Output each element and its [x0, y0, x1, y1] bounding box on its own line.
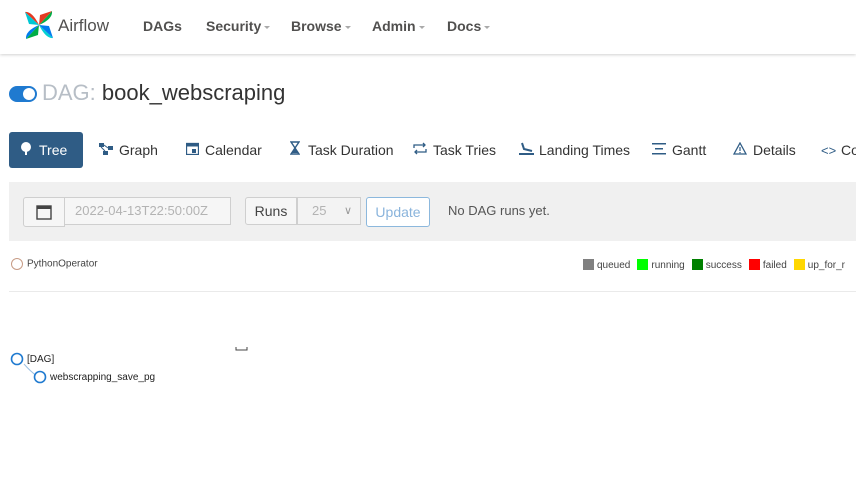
- legend-queued-label: queued: [597, 260, 631, 271]
- run-header-bracket: [235, 347, 248, 351]
- num-runs-value: 25: [312, 203, 327, 218]
- tab-tree[interactable]: Tree: [9, 132, 83, 168]
- legend-success-label: success: [705, 260, 742, 271]
- queued-swatch: [583, 259, 594, 270]
- tab-task-duration[interactable]: Task Duration: [278, 132, 404, 168]
- success-swatch: [691, 259, 703, 270]
- nav-security-label: Security: [206, 18, 262, 34]
- dag-root-node[interactable]: [10, 352, 24, 366]
- legend-up-for-retry-label: up_for_r: [807, 260, 846, 271]
- divider: [9, 291, 856, 292]
- brand-name[interactable]: Airflow: [58, 16, 109, 36]
- tab-graph-label: Graph: [119, 142, 158, 158]
- num-runs-select[interactable]: 25 ∨: [297, 197, 361, 225]
- legend-queued[interactable]: queued: [583, 259, 630, 271]
- legend-failed-label: failed: [762, 260, 787, 271]
- tab-details[interactable]: Details: [723, 132, 806, 168]
- view-tabs: Tree Graph Calendar Task Duration Task T…: [9, 132, 856, 168]
- tab-graph[interactable]: Graph: [89, 132, 168, 168]
- tab-landing-times-label: Landing Times: [539, 142, 631, 158]
- tab-gantt[interactable]: Gantt: [642, 132, 716, 168]
- calendar-icon: [185, 133, 199, 168]
- nav-browse[interactable]: Browse: [291, 18, 351, 34]
- caret-down-icon: [344, 25, 351, 29]
- runs-label: Runs: [245, 197, 297, 225]
- dag-id: book_webscraping: [101, 80, 286, 105]
- tab-landing-times[interactable]: Landing Times: [509, 132, 640, 168]
- status-message: No DAG runs yet.: [448, 203, 550, 218]
- dag-pause-toggle[interactable]: [9, 86, 37, 102]
- tab-task-duration-label: Task Duration: [308, 142, 394, 158]
- nav-dags[interactable]: DAGs: [143, 18, 182, 34]
- base-date-input[interactable]: 2022-04-13T22:50:00Z: [64, 197, 231, 225]
- gantt-icon: [652, 133, 666, 168]
- title-prefix: DAG:: [42, 80, 96, 105]
- nav-docs-label: Docs: [447, 18, 482, 34]
- landing-icon: [519, 133, 534, 168]
- toggle-knob: [23, 88, 35, 100]
- nav-browse-label: Browse: [291, 18, 342, 34]
- tab-code-label: Co: [841, 142, 856, 158]
- code-icon: <>: [821, 143, 837, 158]
- state-legend: queued running success failed up_for_r: [583, 259, 852, 271]
- date-picker-button[interactable]: [23, 197, 65, 227]
- tab-tree-label: Tree: [39, 142, 68, 158]
- legend-success[interactable]: success: [691, 259, 742, 271]
- running-swatch: [637, 259, 649, 270]
- update-button[interactable]: Update: [366, 197, 430, 227]
- up-for-retry-swatch: [793, 259, 805, 270]
- task-label: webscrapping_save_pg: [49, 372, 155, 383]
- airflow-logo-icon[interactable]: [22, 8, 56, 42]
- caret-down-icon: [418, 25, 425, 29]
- tree-controls: 2022-04-13T22:50:00Z Runs 25 ∨ Update No…: [9, 182, 856, 241]
- operator-color-dot: [11, 258, 23, 270]
- hourglass-icon: [288, 133, 302, 168]
- caret-down-icon: [264, 25, 271, 29]
- legend-up-for-retry[interactable]: up_for_r: [793, 259, 846, 271]
- failed-swatch: [748, 259, 760, 270]
- tab-gantt-label: Gantt: [672, 142, 707, 158]
- tab-calendar-label: Calendar: [205, 142, 262, 158]
- tree-icon: [19, 133, 33, 168]
- navbar: Airflow DAGs Security Browse Admin Docs: [0, 0, 856, 54]
- nav-docs[interactable]: Docs: [447, 18, 491, 34]
- tab-code[interactable]: <> Co: [811, 132, 856, 168]
- nav-dags-label: DAGs: [143, 18, 182, 34]
- tab-task-tries[interactable]: Task Tries: [403, 132, 506, 168]
- page-title: DAG: book_webscraping: [42, 80, 285, 106]
- tab-task-tries-label: Task Tries: [433, 142, 497, 158]
- nav-admin[interactable]: Admin: [372, 18, 425, 34]
- nav-admin-label: Admin: [372, 18, 416, 34]
- nav-security[interactable]: Security: [206, 18, 271, 34]
- tab-calendar[interactable]: Calendar: [175, 132, 272, 168]
- dag-root-label: [DAG]: [27, 354, 54, 365]
- dag-tree-view: [DAG] webscrapping_save_pg: [10, 347, 248, 384]
- calendar-icon: [36, 205, 52, 220]
- legend-running-label: running: [651, 260, 685, 271]
- retry-icon: [413, 133, 427, 168]
- warning-icon: [732, 133, 748, 168]
- operator-legend: PythonOperator: [11, 258, 98, 270]
- chevron-down-icon: ∨: [343, 205, 352, 217]
- graph-icon: [99, 133, 113, 168]
- tab-details-label: Details: [753, 142, 796, 158]
- task-node[interactable]: [33, 370, 47, 384]
- operator-legend-label: PythonOperator: [27, 258, 98, 270]
- legend-failed[interactable]: failed: [748, 259, 787, 271]
- legend-running[interactable]: running: [637, 259, 685, 271]
- caret-down-icon: [484, 25, 491, 29]
